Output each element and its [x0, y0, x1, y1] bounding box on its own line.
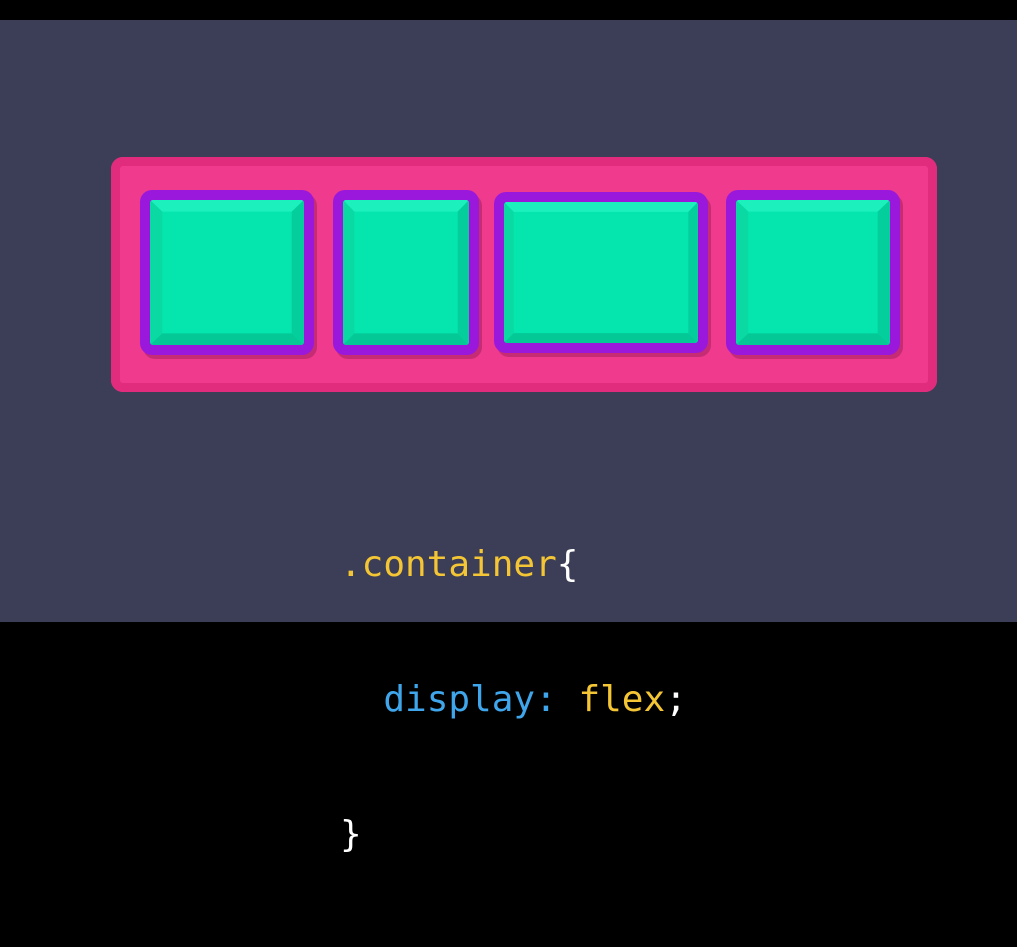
canvas: .container{ display: flex; } [0, 20, 1017, 855]
css-selector: .container [340, 544, 557, 585]
flex-item-3 [494, 192, 708, 353]
open-brace: { [556, 544, 579, 585]
semicolon: ; [665, 679, 687, 720]
close-brace: } [340, 814, 362, 855]
flex-item-4 [726, 190, 900, 355]
bevel-shape [504, 202, 698, 343]
code-line-1: .container{ [340, 542, 687, 587]
css-code-snippet: .container{ display: flex; } [340, 452, 687, 947]
bevel-shape [150, 200, 304, 345]
code-line-3: } [340, 812, 687, 857]
flex-item-1 [140, 190, 314, 355]
flex-container-box [111, 157, 937, 392]
flex-item-2 [333, 190, 479, 355]
bevel-shape [736, 200, 890, 345]
colon: : [535, 679, 579, 720]
bevel-shape [343, 200, 469, 345]
css-property: display [383, 679, 536, 720]
css-value: flex [578, 679, 666, 720]
code-line-2: display: flex; [340, 677, 687, 722]
